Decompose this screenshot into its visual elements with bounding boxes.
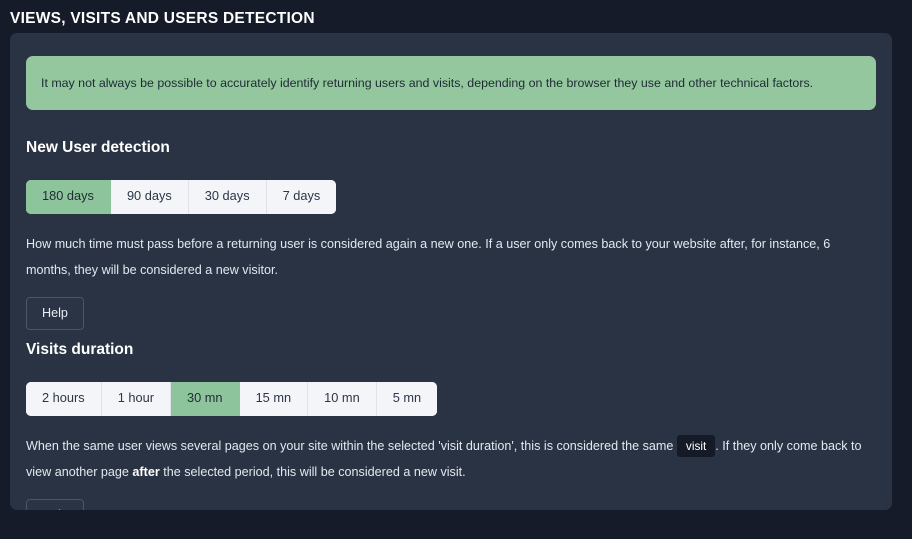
help-button-new-user-detection[interactable]: Help bbox=[26, 296, 84, 331]
segment-180-days[interactable]: 180 days bbox=[26, 180, 111, 214]
visits-duration-description-bold: after bbox=[132, 464, 160, 479]
segment-7-days[interactable]: 7 days bbox=[266, 180, 337, 214]
segment-2-hours[interactable]: 2 hours bbox=[26, 382, 102, 416]
section-visits-duration: Visits duration 2 hours 1 hour 30 mn 15 … bbox=[26, 340, 876, 510]
section-title-visits-duration: Visits duration bbox=[26, 341, 134, 358]
segment-30-days[interactable]: 30 days bbox=[188, 180, 267, 214]
visits-duration-description: When the same user views several pages o… bbox=[26, 433, 872, 485]
segment-30-mn[interactable]: 30 mn bbox=[170, 382, 240, 416]
new-user-detection-description: How much time must pass before a returni… bbox=[26, 236, 831, 277]
segment-1-hour[interactable]: 1 hour bbox=[101, 382, 171, 416]
visits-duration-description-part1: When the same user views several pages o… bbox=[26, 438, 677, 453]
visits-duration-segmented-control[interactable]: 2 hours 1 hour 30 mn 15 mn 10 mn 5 mn bbox=[26, 382, 438, 416]
visit-code-term: visit bbox=[676, 434, 716, 457]
segment-5-mn[interactable]: 5 mn bbox=[376, 382, 438, 416]
help-button-visits-duration[interactable]: Help bbox=[26, 498, 84, 510]
settings-card: It may not always be possible to accurat… bbox=[10, 33, 892, 510]
visits-duration-description-part3: the selected period, this will be consid… bbox=[159, 464, 466, 479]
segment-15-mn[interactable]: 15 mn bbox=[239, 382, 309, 416]
segment-10-mn[interactable]: 10 mn bbox=[308, 382, 377, 416]
segment-90-days[interactable]: 90 days bbox=[110, 180, 189, 214]
section-new-user-detection: New User detection 180 days 90 days 30 d… bbox=[26, 138, 876, 331]
new-user-detection-segmented-control[interactable]: 180 days 90 days 30 days 7 days bbox=[26, 180, 337, 214]
section-title-new-user-detection: New User detection bbox=[26, 139, 170, 156]
page-title: VIEWS, VISITS AND USERS DETECTION bbox=[10, 10, 315, 27]
info-alert: It may not always be possible to accurat… bbox=[26, 56, 876, 110]
